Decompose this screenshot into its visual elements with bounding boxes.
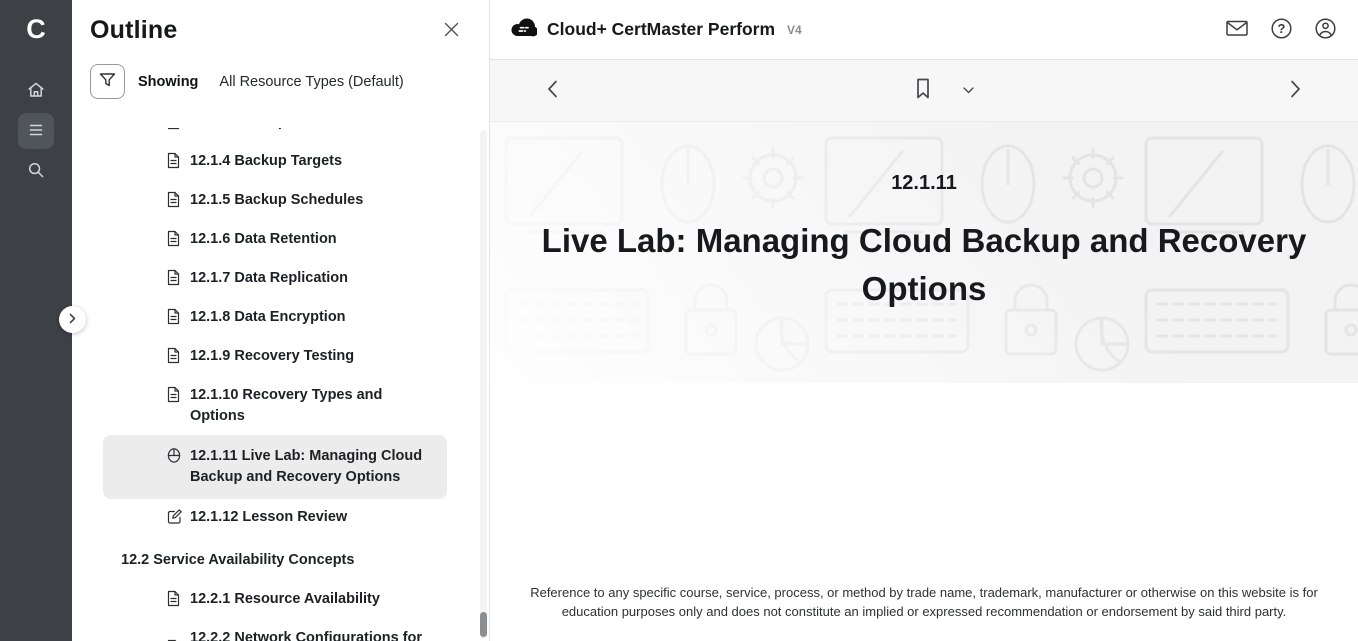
product-title: Cloud+ CertMaster Perform	[547, 19, 775, 40]
outline-item[interactable]: 12.2.1 Resource Availability	[103, 581, 447, 620]
lesson-hero-banner: 12.1.11 Live Lab: Managing Cloud Backup …	[490, 122, 1358, 383]
lesson-number: 12.1.11	[490, 172, 1358, 195]
messages-button[interactable]	[1224, 17, 1250, 43]
next-lesson-button[interactable]	[1285, 75, 1306, 106]
disclaimer: Reference to any specific course, servic…	[490, 584, 1358, 621]
document-icon	[166, 230, 183, 252]
product-version: V4	[787, 23, 802, 37]
showing-label: Showing	[138, 74, 198, 90]
filter-button[interactable]	[90, 64, 125, 99]
funnel-icon	[98, 71, 117, 93]
outline-item[interactable]: 12.1.8 Data Encryption	[103, 299, 447, 338]
disclaimer-text: Reference to any specific course, servic…	[528, 584, 1320, 621]
chevron-left-icon	[546, 87, 559, 102]
document-icon	[166, 347, 183, 369]
search-button[interactable]	[18, 153, 54, 189]
main-content: Cloud+ CertMaster Perform V4 ?	[490, 0, 1358, 641]
outline-title: Outline	[90, 16, 178, 45]
outline-item[interactable]: 12.1.10 Recovery Types and Options	[103, 377, 447, 435]
document-icon	[166, 386, 183, 408]
edit-icon	[166, 508, 183, 530]
home-icon	[26, 80, 46, 103]
document-icon	[166, 128, 183, 135]
filter-value: All Resource Types (Default)	[219, 74, 403, 90]
comptia-logo: C	[26, 12, 46, 46]
document-icon	[166, 269, 183, 291]
lesson-title: Live Lab: Managing Cloud Backup and Reco…	[490, 217, 1358, 313]
filter-row: Showing All Resource Types (Default)	[72, 45, 489, 111]
outline-item-selected[interactable]: 12.1.11 Live Lab: Managing Cloud Backup …	[103, 435, 447, 499]
document-icon	[166, 152, 183, 174]
app-header: Cloud+ CertMaster Perform V4 ?	[490, 0, 1358, 60]
help-button[interactable]: ?	[1268, 17, 1294, 43]
outline-item[interactable]: 12.1.6 Data Retention	[103, 221, 447, 260]
bookmark-button[interactable]	[910, 73, 936, 108]
previous-lesson-button[interactable]	[542, 75, 563, 106]
outline-scrollbar-thumb[interactable]	[480, 612, 487, 637]
outline-item[interactable]: 12.1.4 Backup Targets	[103, 143, 447, 182]
chevron-right-icon	[1289, 87, 1302, 102]
expand-panel-button[interactable]	[59, 306, 86, 333]
outline-section-header[interactable]: 12.2 Service Availability Concepts	[103, 542, 447, 579]
cloud-icon	[510, 17, 537, 43]
document-icon	[166, 308, 183, 330]
account-button[interactable]	[1312, 17, 1338, 43]
svg-text:?: ?	[1277, 21, 1285, 36]
lesson-nav	[490, 60, 1358, 122]
mail-icon	[1225, 18, 1249, 41]
outline-list: 12.1.3 Backup Locations 12.1.4 Backup Ta…	[72, 128, 489, 641]
home-button[interactable]	[18, 73, 54, 109]
chevron-right-icon	[67, 312, 78, 327]
outline-item[interactable]: 12.2.2 Network Configurations for Resour…	[103, 620, 447, 641]
help-icon: ?	[1270, 17, 1293, 43]
outline-toggle-button[interactable]	[18, 113, 54, 149]
outline-item[interactable]: 12.1.12 Lesson Review	[103, 499, 447, 538]
close-outline-button[interactable]	[440, 18, 463, 44]
mouse-icon	[166, 447, 183, 469]
outline-item[interactable]: 12.1.3 Backup Locations	[103, 128, 447, 143]
menu-icon	[26, 120, 46, 143]
search-icon	[26, 160, 46, 183]
outline-scrollbar[interactable]	[480, 130, 487, 639]
outline-panel: Outline Showing All Resource Types (Defa…	[72, 0, 490, 641]
outline-item[interactable]: 12.1.9 Recovery Testing	[103, 338, 447, 377]
outline-item[interactable]: 12.1.7 Data Replication	[103, 260, 447, 299]
close-icon	[442, 27, 461, 42]
profile-icon	[1314, 17, 1337, 43]
bookmark-icon	[914, 89, 932, 104]
bookmark-menu-button[interactable]	[958, 79, 979, 102]
document-icon	[166, 590, 183, 612]
chevron-down-icon	[962, 83, 975, 98]
outline-item[interactable]: 12.1.5 Backup Schedules	[103, 182, 447, 221]
document-icon	[166, 191, 183, 213]
